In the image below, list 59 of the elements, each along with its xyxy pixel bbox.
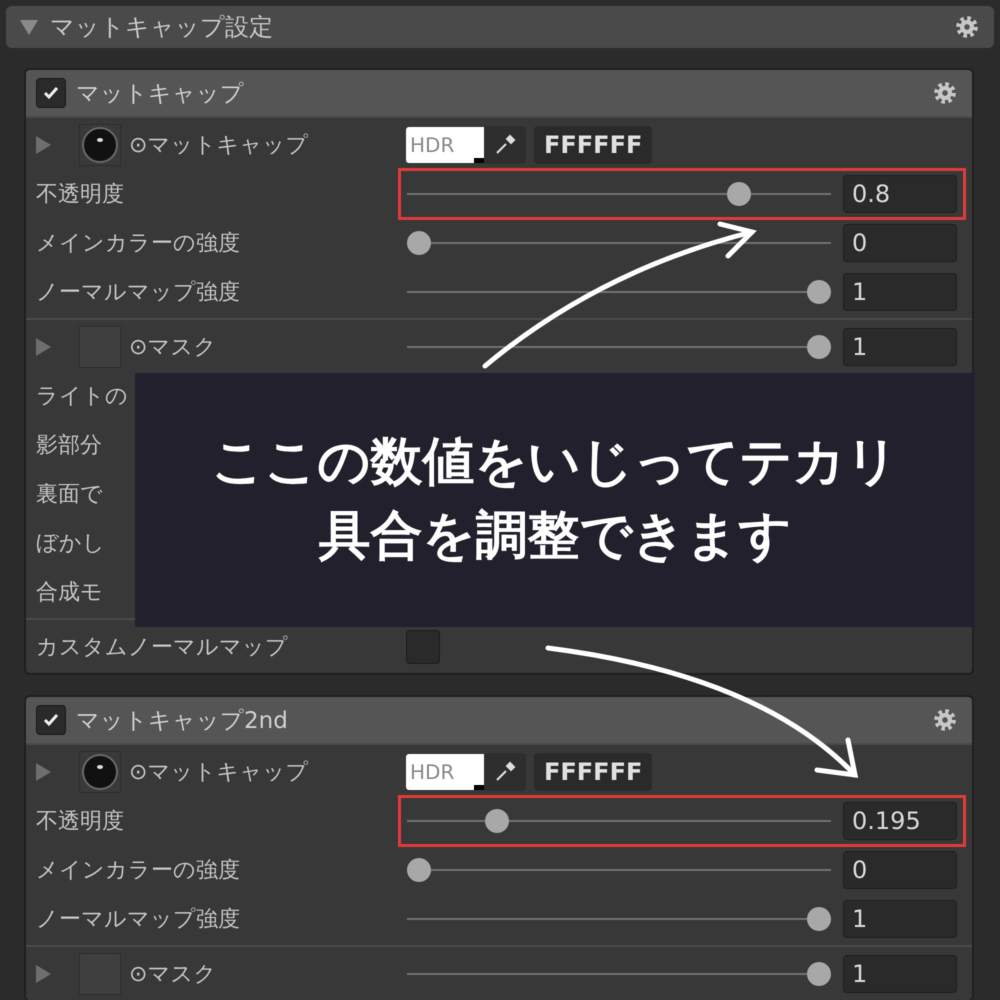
panel-header[interactable]: マットキャップ設定 [6,6,994,48]
slider[interactable] [407,182,831,206]
property-label: 影部分 [36,432,102,460]
property-label: 裏面で [36,480,103,508]
eyedropper-button[interactable] [484,126,526,164]
checkbox[interactable] [406,630,440,664]
slider[interactable] [407,906,831,930]
sphere-thumbnail[interactable] [79,124,121,166]
value-field[interactable]: 1 [843,954,957,992]
value-field[interactable]: 0.195 [843,802,957,840]
property-label: 不透明度 [36,808,124,836]
property-label: ⊙マスク [129,334,216,362]
property-label: メインカラーの強度 [36,856,240,884]
settings-icon[interactable] [932,80,958,106]
slider[interactable] [407,808,831,832]
panel-title: マットキャップ設定 [50,12,274,43]
checkbox[interactable] [36,705,66,735]
property-label: ぼかし [36,530,105,558]
eyedropper-button[interactable] [484,752,526,790]
slider[interactable] [407,858,831,882]
caption-text: ここの数値をいじってテカリ [212,433,898,493]
settings-icon[interactable] [954,14,980,40]
slider[interactable] [407,334,831,358]
slider-thumb[interactable] [407,230,431,254]
slider-thumb[interactable] [807,962,831,986]
hex-field[interactable]: FFFFFF [534,752,652,790]
slider-thumb[interactable] [807,334,831,358]
value-field[interactable]: 1 [843,900,957,938]
property-label: 合成モ [36,578,103,606]
property-label: ライトの [36,382,128,410]
property-label: ノーマルマップ強度 [36,278,240,306]
slider-thumb[interactable] [727,182,751,206]
value-field[interactable]: 0.8 [843,174,957,212]
property-label: 不透明度 [36,180,124,208]
property-label: ノーマルマップ強度 [36,906,240,934]
slider-thumb[interactable] [807,906,831,930]
property-label: ⊙マットキャップ [129,132,308,160]
checkbox[interactable] [36,78,66,108]
value-field[interactable]: 1 [843,328,957,366]
value-field[interactable]: 1 [843,272,957,310]
slider-thumb[interactable] [485,808,509,832]
slider-thumb[interactable] [407,858,431,882]
slider[interactable] [407,962,831,986]
slider-thumb[interactable] [807,280,831,304]
settings-icon[interactable] [932,707,958,733]
property-label: ⊙マットキャップ [129,758,308,786]
property-label: カスタムノーマルマップ [36,634,288,662]
slider[interactable] [407,230,831,254]
section-title: マットキャップ [76,80,245,108]
value-field[interactable]: 0 [843,850,957,888]
section-title: マットキャップ2nd [76,706,289,736]
caption-text: 具合を調整できます [318,507,792,567]
hex-field[interactable]: FFFFFF [534,126,652,164]
property-label: メインカラーの強度 [36,230,240,258]
sphere-thumbnail[interactable] [79,750,121,792]
value-field[interactable]: 0 [843,224,957,262]
slider[interactable] [407,280,831,304]
property-label: ⊙マスク [129,960,216,988]
collapse-icon[interactable] [20,20,38,34]
